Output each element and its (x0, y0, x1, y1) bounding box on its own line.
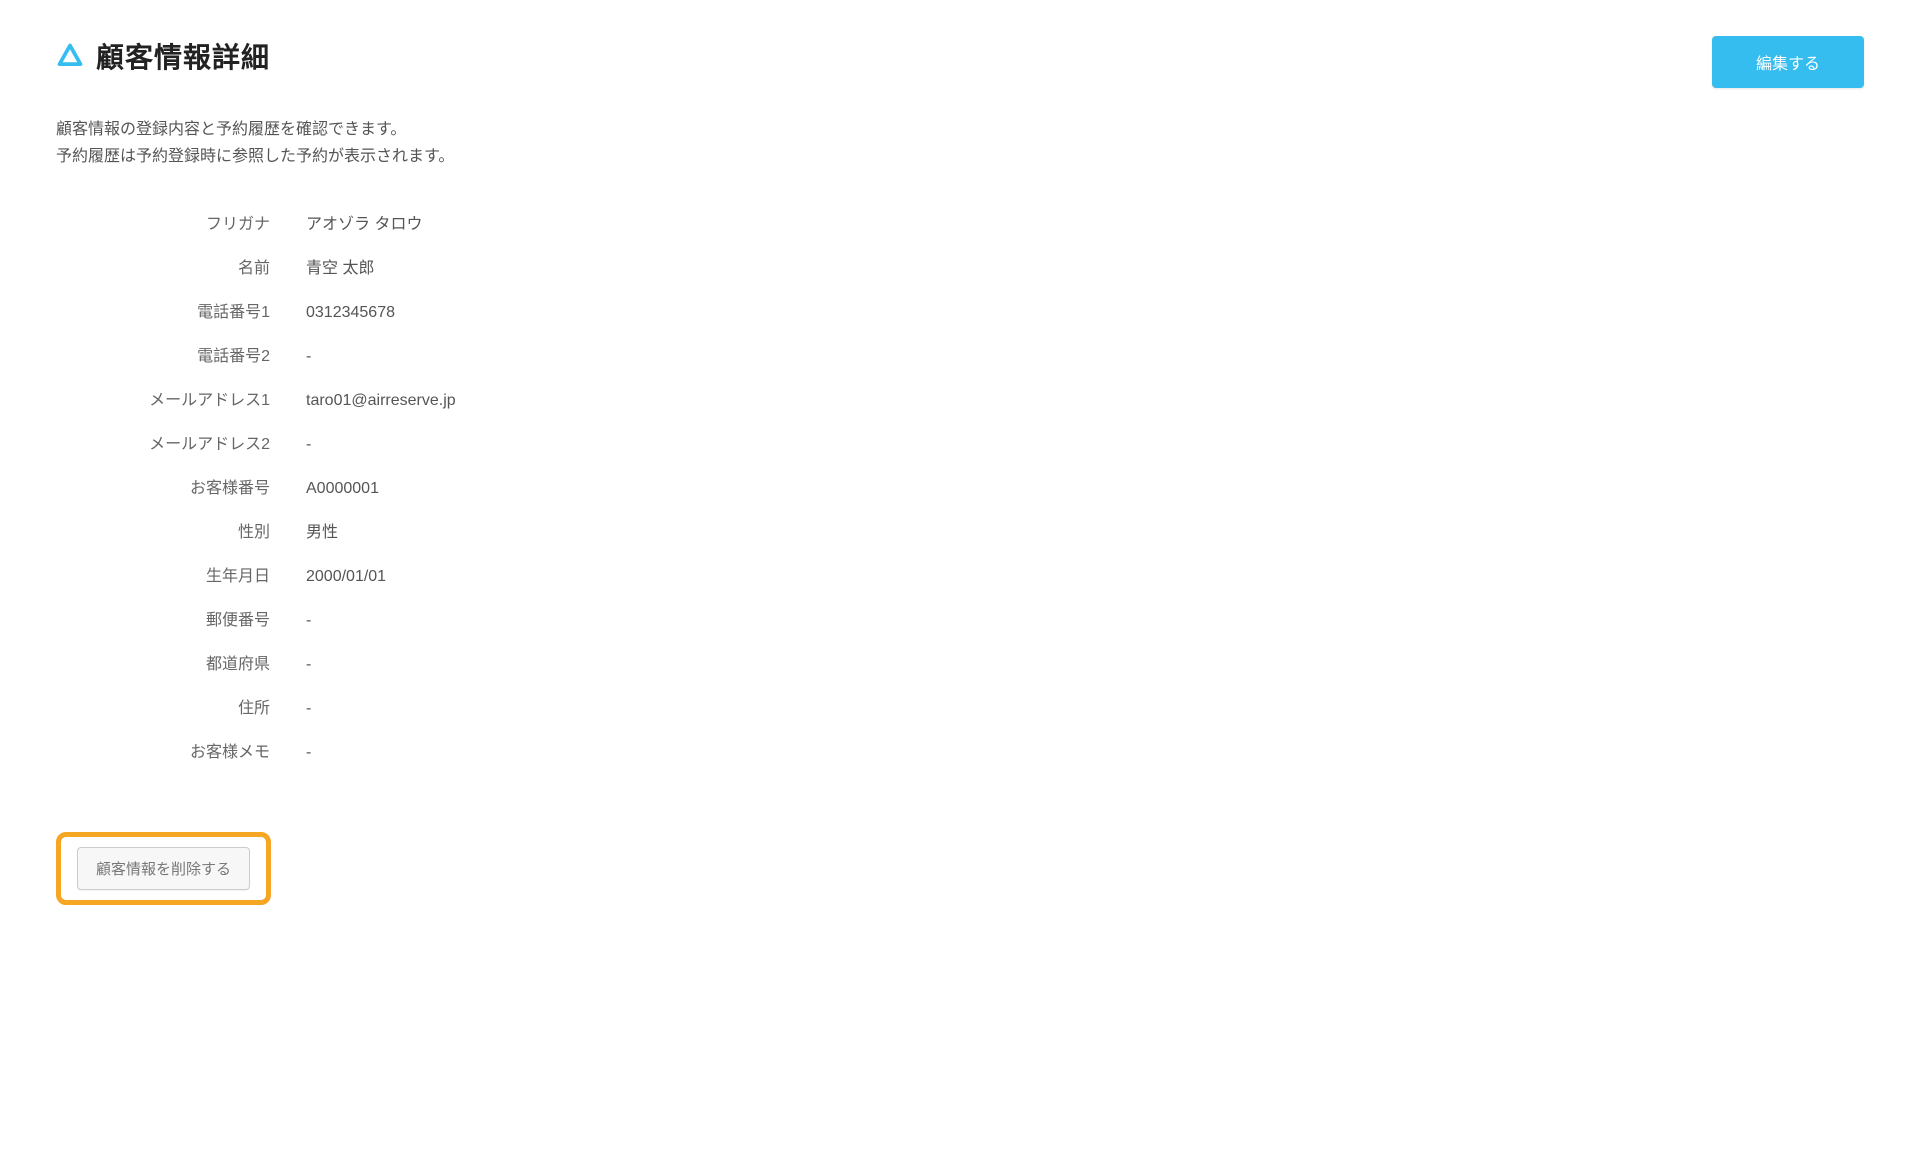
detail-value: - (306, 436, 311, 454)
detail-value: アオゾラ タロウ (306, 210, 422, 234)
detail-label: 郵便番号 (56, 606, 306, 630)
delete-highlight-frame: 顧客情報を削除する (56, 832, 271, 905)
triangle-logo-icon (56, 42, 84, 70)
detail-label: 生年月日 (56, 562, 306, 586)
detail-label: メールアドレス2 (56, 430, 306, 454)
detail-label: 名前 (56, 254, 306, 278)
detail-row-email1: メールアドレス1 taro01@airreserve.jp (56, 376, 1864, 420)
detail-row-address: 住所 - (56, 684, 1864, 728)
detail-row-postal-code: 郵便番号 - (56, 596, 1864, 640)
detail-label: 住所 (56, 694, 306, 718)
detail-label: 性別 (56, 518, 306, 542)
detail-row-birthdate: 生年月日 2000/01/01 (56, 552, 1864, 596)
detail-value: - (306, 744, 311, 762)
detail-row-phone2: 電話番号2 - (56, 332, 1864, 376)
header-row: 顧客情報詳細 編集する (56, 36, 1864, 88)
detail-value: - (306, 612, 311, 630)
detail-value: taro01@airreserve.jp (306, 392, 456, 410)
detail-row-customer-number: お客様番号 A0000001 (56, 464, 1864, 508)
detail-value: A0000001 (306, 480, 379, 498)
detail-label: 電話番号2 (56, 342, 306, 366)
detail-label: メールアドレス1 (56, 386, 306, 410)
delete-customer-button[interactable]: 顧客情報を削除する (77, 847, 250, 890)
detail-label: フリガナ (56, 210, 306, 234)
detail-row-gender: 性別 男性 (56, 508, 1864, 552)
page-description: 顧客情報の登録内容と予約履歴を確認できます。 予約履歴は予約登録時に参照した予約… (56, 116, 1864, 170)
title-wrap: 顧客情報詳細 (56, 36, 270, 76)
detail-value: 0312345678 (306, 304, 395, 322)
detail-label: 電話番号1 (56, 298, 306, 322)
detail-value: 青空 太郎 (306, 254, 374, 278)
detail-value: 2000/01/01 (306, 568, 386, 586)
detail-row-name: 名前 青空 太郎 (56, 244, 1864, 288)
description-line-2: 予約履歴は予約登録時に参照した予約が表示されます。 (56, 143, 1864, 170)
detail-value: - (306, 700, 311, 718)
detail-value: 男性 (306, 518, 338, 542)
detail-row-customer-memo: お客様メモ - (56, 728, 1864, 772)
detail-label: お客様番号 (56, 474, 306, 498)
detail-row-email2: メールアドレス2 - (56, 420, 1864, 464)
detail-row-phone1: 電話番号1 0312345678 (56, 288, 1864, 332)
detail-row-furigana: フリガナ アオゾラ タロウ (56, 200, 1864, 244)
customer-details: フリガナ アオゾラ タロウ 名前 青空 太郎 電話番号1 0312345678 … (56, 200, 1864, 772)
page-title: 顧客情報詳細 (96, 36, 270, 76)
detail-label: お客様メモ (56, 738, 306, 762)
description-line-1: 顧客情報の登録内容と予約履歴を確認できます。 (56, 116, 1864, 143)
detail-row-prefecture: 都道府県 - (56, 640, 1864, 684)
detail-value: - (306, 656, 311, 674)
edit-button[interactable]: 編集する (1712, 36, 1864, 88)
detail-label: 都道府県 (56, 650, 306, 674)
detail-value: - (306, 348, 311, 366)
